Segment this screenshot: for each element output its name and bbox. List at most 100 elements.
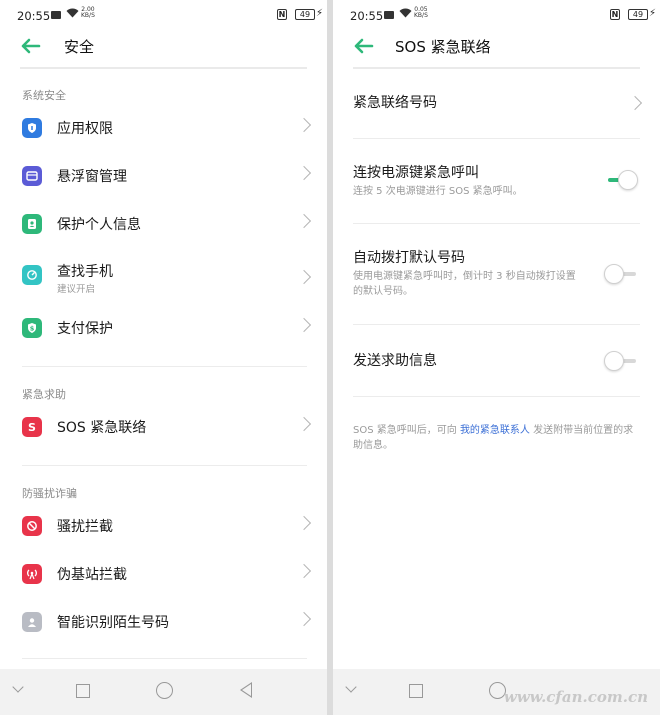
row-sublabel: 建议开启 — [57, 284, 96, 295]
row-emergency-numbers[interactable]: 紧急联络号码 — [333, 78, 660, 138]
row-label: 自动拨打默认号码 — [353, 250, 465, 266]
row-app-permissions[interactable]: 应用权限 — [0, 106, 327, 152]
send-help-toggle[interactable] — [604, 351, 638, 371]
battery-icon: 49 — [295, 9, 315, 20]
chevron-right-icon — [296, 213, 312, 229]
chevron-right-icon — [296, 416, 312, 432]
row-harassment-block[interactable]: 骚扰拦截 — [0, 504, 327, 550]
page-title: 安全 — [64, 38, 95, 56]
row-divider — [353, 138, 640, 139]
wifi-icon — [399, 8, 412, 21]
contact-icon — [22, 612, 42, 632]
row-label: 查找手机 — [57, 264, 113, 280]
row-description: 使用电源键紧急呼叫时，倒计时 3 秒自动拨打设置的默认号码。 — [353, 271, 576, 297]
svg-text:$: $ — [30, 325, 35, 333]
network-speed: 2.00 KB/S — [81, 7, 95, 19]
chevron-right-icon — [296, 317, 312, 333]
message-icon — [51, 11, 61, 19]
chevron-right-icon — [296, 269, 312, 285]
right-screen: 20:55 0.05 KB/S N 49 ⚡ SOS 紧急联络 紧急联络号码 连按… — [333, 0, 660, 715]
row-label: SOS 紧急联络 — [57, 420, 147, 436]
toggle-knob — [618, 170, 638, 190]
status-bar: 20:55 0.05 KB/S N 49 ⚡ — [333, 0, 660, 28]
wifi-icon — [66, 8, 79, 21]
auto-dial-toggle[interactable] — [604, 264, 638, 284]
emergency-contacts-link[interactable]: 我的紧急联系人 — [460, 425, 530, 436]
back-arrow-icon[interactable] — [20, 36, 42, 56]
person-lock-icon — [22, 214, 42, 234]
sos-footnote: SOS 紧急呼叫后，可向 我的紧急联系人 发送附带当前位置的求助信息。 — [353, 423, 640, 453]
row-label: 支付保护 — [57, 321, 113, 337]
status-bar: 20:55 2.00 KB/S N 49 ⚡ — [0, 0, 327, 28]
row-label: 骚扰拦截 — [57, 519, 113, 535]
page-title: SOS 紧急联络 — [395, 38, 491, 56]
network-speed: 0.05 KB/S — [414, 7, 428, 19]
antenna-icon — [22, 564, 42, 584]
header-divider — [353, 67, 640, 69]
locate-icon — [22, 265, 42, 285]
row-power-key-call: 连按电源键紧急呼叫 连按 5 次电源键进行 SOS 紧急呼叫。 — [333, 140, 660, 224]
home-button[interactable] — [156, 682, 173, 699]
recents-button[interactable] — [76, 684, 90, 698]
row-label: 悬浮窗管理 — [57, 169, 127, 185]
row-divider — [353, 396, 640, 397]
pay-shield-icon: $ — [22, 318, 42, 338]
collapse-chevron-icon[interactable] — [345, 681, 357, 693]
recents-button[interactable] — [409, 684, 423, 698]
header: 安全 — [0, 28, 327, 68]
row-label: 连按电源键紧急呼叫 — [353, 165, 479, 181]
block-icon — [22, 516, 42, 536]
row-fake-station-block[interactable]: 伪基站拦截 — [0, 552, 327, 598]
shield-icon — [22, 118, 42, 138]
network-speed-unit: KB/S — [81, 12, 95, 19]
navigation-bar: www.cfan.com.cn — [333, 669, 660, 715]
row-sos-contact[interactable]: S SOS 紧急联络 — [0, 405, 327, 451]
chevron-right-icon — [296, 515, 312, 531]
row-floating-window[interactable]: 悬浮窗管理 — [0, 154, 327, 200]
row-payment-protection[interactable]: $ 支付保护 — [0, 306, 327, 352]
charging-icon: ⚡ — [648, 8, 656, 19]
row-label: 智能识别陌生号码 — [57, 615, 169, 631]
status-time: 20:55 — [350, 9, 384, 23]
section-divider — [22, 465, 307, 466]
left-screen: 20:55 2.00 KB/S N 49 ⚡ 安全 系统安全 应用权限 悬浮窗管理 — [0, 0, 327, 715]
section-title-system-security: 系统安全 — [22, 89, 66, 102]
nfc-icon: N — [610, 9, 620, 20]
collapse-chevron-icon[interactable] — [12, 681, 24, 693]
section-divider — [22, 658, 307, 659]
row-description: 连按 5 次电源键进行 SOS 紧急呼叫。 — [353, 186, 523, 197]
watermark: www.cfan.com.cn — [503, 688, 648, 706]
chevron-right-icon — [296, 611, 312, 627]
row-divider — [353, 223, 640, 224]
toggle-knob — [604, 351, 624, 371]
message-icon — [384, 11, 394, 19]
back-arrow-icon[interactable] — [353, 36, 375, 56]
section-title-anti-harassment: 防骚扰诈骗 — [22, 487, 77, 500]
network-speed-unit: KB/S — [414, 12, 428, 19]
back-button[interactable] — [240, 682, 252, 698]
chevron-right-icon — [296, 117, 312, 133]
row-label: 紧急联络号码 — [353, 95, 437, 111]
charging-icon: ⚡ — [315, 8, 323, 19]
power-key-call-toggle[interactable] — [604, 170, 638, 190]
status-time: 20:55 — [17, 9, 51, 23]
chevron-right-icon — [627, 95, 643, 111]
row-auto-dial: 自动拨打默认号码 使用电源键紧急呼叫时，倒计时 3 秒自动拨打设置的默认号码。 — [333, 225, 660, 325]
navigation-bar — [0, 669, 327, 715]
sos-icon: S — [22, 417, 42, 437]
row-divider — [353, 324, 640, 325]
row-label: 应用权限 — [57, 121, 113, 137]
footnote-text-before: SOS 紧急呼叫后，可向 — [353, 425, 460, 436]
row-send-help-message: 发送求助信息 — [333, 326, 660, 396]
row-find-phone[interactable]: 查找手机 建议开启 — [0, 250, 327, 304]
battery-icon: 49 — [628, 9, 648, 20]
row-label: 伪基站拦截 — [57, 567, 127, 583]
row-stranger-number-id[interactable]: 智能识别陌生号码 — [0, 600, 327, 646]
chevron-right-icon — [296, 563, 312, 579]
row-personal-info[interactable]: 保护个人信息 — [0, 202, 327, 248]
header: SOS 紧急联络 — [333, 28, 660, 68]
section-title-emergency: 紧急求助 — [22, 388, 66, 401]
toggle-knob — [604, 264, 624, 284]
section-divider — [22, 366, 307, 367]
row-label: 保护个人信息 — [57, 217, 141, 233]
